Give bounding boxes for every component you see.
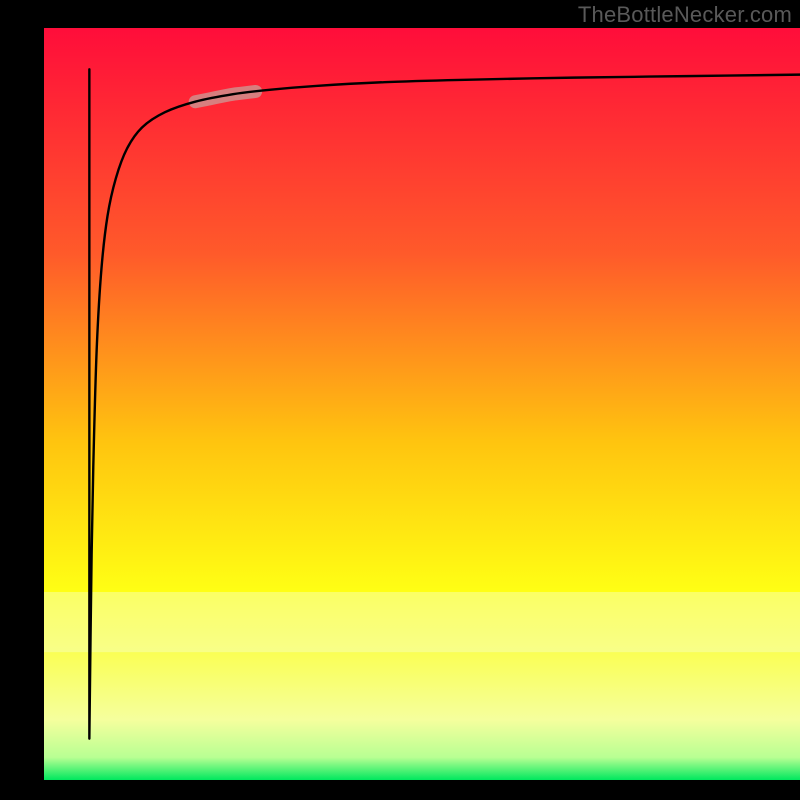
chart-svg — [0, 0, 800, 800]
chart-stage: TheBottleNecker.com — [0, 0, 800, 800]
plateau-highlight-band — [44, 592, 800, 652]
gradient-background — [44, 28, 800, 780]
attribution-text: TheBottleNecker.com — [578, 2, 792, 28]
